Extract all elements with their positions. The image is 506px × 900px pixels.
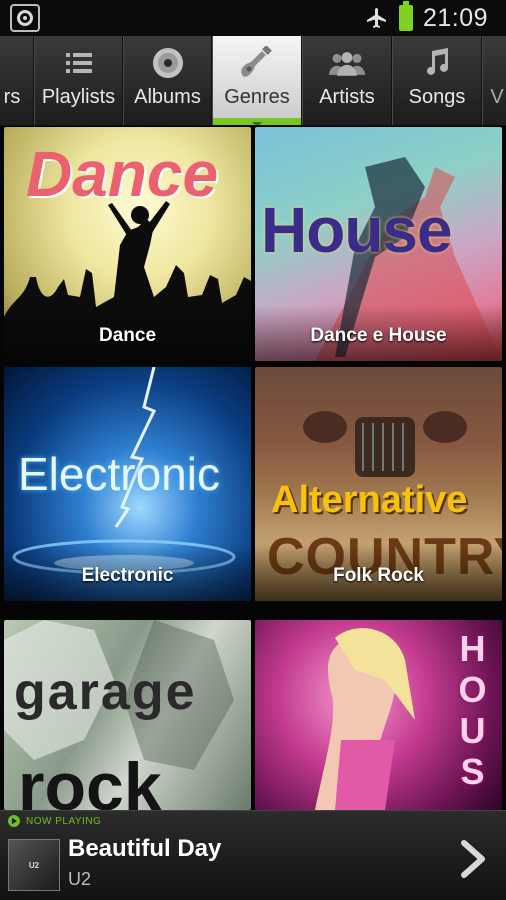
- guitar-icon: [237, 46, 277, 80]
- now-playing-label: NOW PLAYING: [26, 815, 102, 827]
- tab-songs[interactable]: Songs: [392, 36, 482, 125]
- artwork-title: House: [261, 194, 453, 266]
- music-note-icon: [417, 46, 457, 80]
- disc-icon: [148, 46, 188, 80]
- artwork-title: Electronic: [18, 448, 220, 500]
- artwork-title: Dance: [26, 138, 219, 210]
- status-bar: 21:09: [0, 0, 506, 36]
- list-icon: [59, 46, 99, 80]
- tab-label: Artists: [319, 86, 375, 108]
- artwork-title: Alternative: [271, 479, 468, 521]
- tab-label: Playlists: [41, 86, 116, 108]
- genre-tile-house[interactable]: HOUS: [255, 620, 502, 810]
- genre-tile-electronic[interactable]: Electronic Electronic: [4, 367, 251, 601]
- album-cover[interactable]: U2: [8, 839, 60, 891]
- tab-bar: rs Playlists Albums Genres Artists Songs…: [0, 36, 506, 126]
- tab-label: Genres: [224, 86, 290, 108]
- genre-caption: Dance: [4, 305, 251, 361]
- tab-albums[interactable]: Albums: [123, 36, 212, 125]
- genre-caption-text: Dance e House: [310, 325, 447, 346]
- genre-tile-garage-rock[interactable]: garage rock: [4, 620, 251, 810]
- genre-caption: Dance e House: [255, 305, 502, 361]
- tab-artists[interactable]: Artists: [302, 36, 392, 125]
- tab-genres[interactable]: Genres: [212, 36, 302, 125]
- artwork-title: garage: [14, 663, 197, 721]
- play-indicator-icon: [8, 815, 20, 827]
- tab-playlists[interactable]: Playlists: [34, 36, 123, 125]
- now-playing-bar[interactable]: NOW PLAYING U2 Beautiful Day U2: [0, 810, 506, 900]
- tab-label: V: [490, 86, 504, 108]
- people-icon: [327, 46, 367, 80]
- genre-caption: Electronic: [4, 545, 251, 601]
- tab-label: Albums: [134, 86, 201, 108]
- artwork-subtitle: rock: [18, 749, 162, 810]
- genre-caption: Folk Rock: [255, 545, 502, 601]
- artwork-title: HOUS: [452, 628, 493, 792]
- tab-label: Songs: [408, 86, 466, 108]
- genre-grid: Dance Dance House Dance e House Electron…: [0, 127, 506, 810]
- battery-icon: [398, 1, 413, 31]
- now-playing-header: NOW PLAYING: [8, 815, 101, 827]
- tab-partial-left[interactable]: rs: [0, 36, 34, 125]
- track-artist: U2: [68, 869, 92, 889]
- airplane-mode-icon: [366, 8, 386, 28]
- genre-artwork: garage rock: [4, 620, 251, 810]
- genre-tile-dance-e-house[interactable]: House Dance e House: [255, 127, 502, 361]
- genre-caption-text: Dance: [98, 325, 157, 346]
- genre-tile-dance[interactable]: Dance Dance: [4, 127, 251, 361]
- tab-partial-right[interactable]: V: [482, 36, 506, 125]
- album-cover-text: U2: [28, 861, 40, 870]
- genre-artwork: HOUS: [255, 620, 502, 810]
- genre-caption-text: Electronic: [81, 565, 174, 586]
- track-title: Beautiful Day: [68, 835, 222, 862]
- person-icon: [0, 46, 7, 80]
- app-disc-icon: [10, 4, 40, 32]
- clock: 21:09: [422, 3, 488, 32]
- active-tab-indicator: [213, 118, 301, 125]
- genre-tile-folk-rock[interactable]: Alternative COUNTRY Folk Rock: [255, 367, 502, 601]
- chevron-right-icon[interactable]: [458, 839, 488, 879]
- tab-label: rs: [3, 86, 21, 108]
- genre-caption-text: Folk Rock: [333, 565, 424, 586]
